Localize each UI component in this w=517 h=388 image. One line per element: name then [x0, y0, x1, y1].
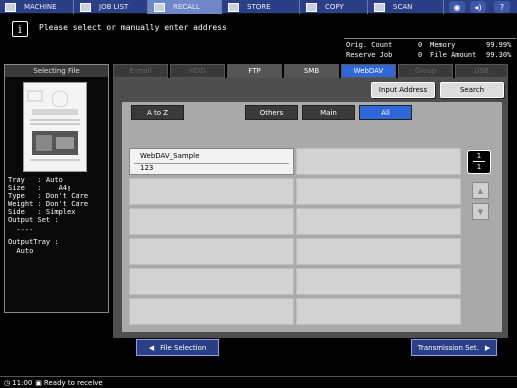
page-indicator: 1 1 — [467, 150, 491, 174]
info-line: Side : Simplex — [8, 208, 76, 216]
destination-slot[interactable] — [129, 178, 294, 205]
tab-smb[interactable]: SMB — [284, 64, 339, 78]
tab-email: E-mail — [113, 64, 168, 78]
destination-slot[interactable] — [129, 268, 294, 295]
status-bar: ◷ 11:00 ▣ Ready to receive — [0, 376, 517, 388]
job-list-tab[interactable]: JOB LIST — [74, 0, 148, 14]
destination-slot[interactable] — [129, 298, 294, 325]
info-line: Size : A4▯ — [8, 184, 72, 192]
transmission-set-button[interactable]: Transmission Set. ▶ — [411, 339, 497, 356]
info-icon: i — [12, 21, 28, 37]
info-line: ---- — [8, 226, 34, 234]
printer-icon: ▣ — [35, 378, 42, 387]
info-line: Auto — [8, 247, 34, 255]
job-list-icon — [80, 2, 91, 12]
store-tab[interactable]: STORE — [222, 0, 300, 14]
info-line: Weight : Don't Care — [8, 200, 89, 208]
tab-group: Group — [398, 64, 453, 78]
scan-icon — [374, 2, 385, 12]
volume-icon[interactable]: ◂) — [470, 1, 486, 13]
main-filter-button[interactable]: Main — [302, 105, 355, 120]
destination-slot[interactable] — [296, 298, 461, 325]
info-line: Tray : Auto — [8, 176, 63, 184]
scan-tab[interactable]: SCAN — [368, 0, 444, 14]
tab-ftp[interactable]: FTP — [227, 64, 282, 78]
arrow-right-icon: ▶ — [484, 343, 491, 352]
others-filter-button[interactable]: Others — [245, 105, 298, 120]
tab-hdd: HDD — [170, 64, 225, 78]
copy-tab[interactable]: COPY — [300, 0, 368, 14]
status-table: Orig. Count 0 Memory 99.99% Reserve Job … — [344, 38, 516, 60]
machine-tab[interactable]: MACHINE — [0, 0, 74, 14]
info-line: OutputTray : — [8, 238, 59, 246]
destination-slot[interactable] — [296, 148, 461, 175]
a-to-z-button[interactable]: A to Z — [131, 105, 184, 120]
destination-slot[interactable] — [129, 238, 294, 265]
file-selection-button[interactable]: ◀ File Selection — [136, 339, 219, 356]
machine-icon — [5, 2, 16, 12]
info-line: Type : Don't Care — [8, 192, 89, 200]
copy-icon — [306, 2, 317, 12]
input-address-button[interactable]: Input Address — [371, 82, 435, 98]
recall-tab[interactable]: RECALL — [148, 0, 222, 14]
file-preview-thumbnail — [23, 82, 87, 172]
destination-item-webdav-sample[interactable]: WebDAV_Sample 123 — [129, 148, 294, 175]
store-icon — [228, 2, 239, 12]
recall-icon — [154, 2, 165, 12]
status-text: Ready to receive — [43, 378, 103, 387]
destination-slot[interactable] — [296, 238, 461, 265]
status-time: 11:00 — [12, 378, 33, 387]
arrow-left-icon: ◀ — [148, 343, 155, 352]
destination-slot[interactable] — [296, 208, 461, 235]
help-button[interactable]: ? — [494, 1, 510, 13]
scroll-down-icon[interactable]: ▼ — [472, 203, 489, 220]
instruction-message: Please select or manually enter address — [39, 23, 227, 32]
destination-slot[interactable] — [296, 268, 461, 295]
all-filter-button[interactable]: All — [359, 105, 412, 120]
scroll-up-icon[interactable]: ▲ — [472, 182, 489, 199]
destination-slot[interactable] — [296, 178, 461, 205]
panel-title: Selecting File — [5, 65, 108, 77]
clock-icon: ◷ — [4, 378, 11, 387]
tab-usb: USB — [455, 64, 508, 78]
top-menu-bar: MACHINE JOB LIST RECALL STORE COPY SCAN … — [0, 0, 517, 14]
destination-grid: WebDAV_Sample 123 — [127, 148, 463, 326]
tab-webdav[interactable]: WebDAV — [341, 64, 396, 78]
settings-icon[interactable]: ◉ — [449, 1, 465, 13]
destination-slot[interactable] — [129, 208, 294, 235]
info-line: Output Set : — [8, 216, 59, 224]
search-button[interactable]: Search — [440, 82, 504, 98]
